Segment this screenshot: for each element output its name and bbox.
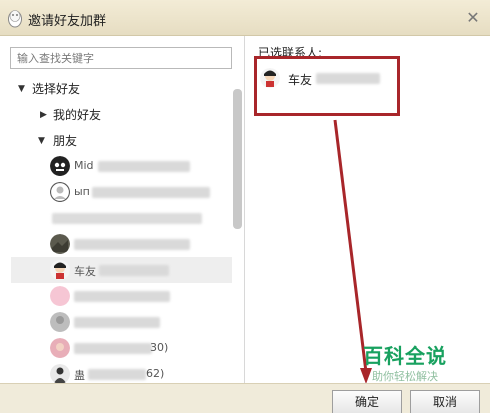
window-title: 邀请好友加群 <box>28 14 107 29</box>
pink-avatar <box>50 286 70 306</box>
group-friends[interactable]: ▼ 朋友 <box>0 128 232 154</box>
chevron-down-icon: ▼ <box>18 84 25 94</box>
selected-contacts-label: 已选联系人: <box>258 46 323 60</box>
contact-name: 车友 <box>74 265 96 278</box>
pink-photo-avatar <box>50 338 70 358</box>
contact-item[interactable] <box>0 283 232 309</box>
black-skull-avatar <box>50 156 70 176</box>
group-my-friends[interactable]: ▶ 我的好友 <box>0 102 232 128</box>
dark-landscape-avatar <box>50 234 70 254</box>
contact-item[interactable] <box>0 205 232 231</box>
tree-root-label: 选择好友 <box>32 82 81 96</box>
cartoon-avatar <box>260 68 280 88</box>
blurred-name <box>52 213 202 224</box>
search-input[interactable] <box>10 47 232 69</box>
dialog-footer: 确定 取消 <box>0 383 490 413</box>
dark-figure-avatar <box>50 364 70 383</box>
contact-item[interactable]: 30) <box>0 335 232 361</box>
blurred-name <box>99 265 169 276</box>
blurred-name <box>74 317 160 328</box>
contact-name: 蛊 <box>74 369 85 382</box>
contact-suffix: 62) <box>146 367 165 380</box>
gray-circle-avatar <box>50 182 70 202</box>
chevron-right-icon: ▶ <box>40 110 47 120</box>
group-label: 朋友 <box>53 134 78 148</box>
contact-name: Mid <box>74 159 94 172</box>
watermark: 百科全说 助你轻松解决 <box>355 340 455 384</box>
scrollbar-thumb[interactable] <box>233 89 242 229</box>
contact-item[interactable]: ып <box>0 179 232 205</box>
blurred-name <box>92 187 210 198</box>
contact-item[interactable] <box>0 309 232 335</box>
contact-name: ып <box>74 185 90 198</box>
contact-suffix: 30) <box>150 341 169 354</box>
blurred-name <box>74 239 190 250</box>
penguin-icon <box>6 8 24 28</box>
cancel-button[interactable]: 取消 <box>410 390 480 413</box>
blurred-name <box>98 161 190 172</box>
group-label: 我的好友 <box>53 108 102 122</box>
watermark-subtitle: 助你轻松解决 <box>372 370 438 383</box>
blurred-name <box>74 291 170 302</box>
blurred-name <box>74 343 152 354</box>
watermark-title: 百科全说 <box>363 344 447 368</box>
contact-item[interactable]: Mid <box>0 153 232 179</box>
gray-photo-avatar <box>50 312 70 332</box>
tree-root-select-friends[interactable]: ▼ 选择好友 <box>0 76 232 102</box>
contact-item[interactable] <box>0 231 232 257</box>
selected-contacts-panel: 已选联系人: 车友 <box>246 36 490 383</box>
selected-contact-item[interactable]: 车友 <box>256 65 386 91</box>
contact-item-selected[interactable]: 车友 <box>11 257 232 283</box>
chevron-down-icon: ▼ <box>38 136 45 146</box>
contact-item[interactable]: 蛊 62) <box>0 361 232 383</box>
title-bar: 邀请好友加群 ✕ <box>0 0 490 36</box>
close-icon[interactable]: ✕ <box>464 9 482 27</box>
blurred-name <box>88 369 146 380</box>
selected-contact-name: 车友 <box>288 73 313 87</box>
ok-button[interactable]: 确定 <box>332 390 402 413</box>
cartoon-avatar <box>50 260 70 280</box>
blurred-name <box>316 73 380 84</box>
friend-selector-panel: ▼ 选择好友 ▶ 我的好友 ▼ 朋友 Mid ып 车友 <box>0 36 245 383</box>
